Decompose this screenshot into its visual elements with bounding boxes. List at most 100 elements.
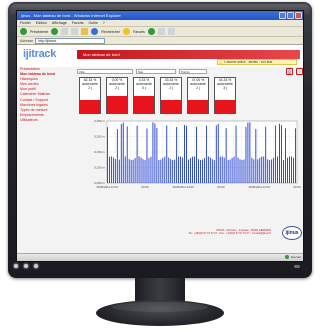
level-series-bar bbox=[134, 158, 136, 183]
level-series-bar bbox=[293, 157, 294, 183]
level-series-bar bbox=[263, 156, 265, 183]
level-series-bar bbox=[245, 126, 247, 183]
refresh-icon[interactable] bbox=[71, 28, 79, 35]
level-series-bar bbox=[273, 157, 275, 183]
history-icon[interactable] bbox=[147, 28, 155, 35]
menu-favorites[interactable]: Favoris bbox=[72, 20, 84, 26]
autonomy-card[interactable]: 47.00 % autonomie 2 j bbox=[187, 77, 209, 114]
autonomy-card[interactable]: 82.33 % autonomie 2 j bbox=[79, 77, 101, 114]
sidebar-nav: Présentation Mon tableau de bord Histori… bbox=[17, 67, 75, 123]
autonomy-card[interactable]: 0.33 % autonomie 0 j bbox=[133, 77, 155, 114]
filter-site-select[interactable]: Site bbox=[136, 68, 176, 74]
autonomy-bar bbox=[134, 95, 154, 113]
level-series-bar bbox=[112, 157, 114, 183]
autonomy-bar bbox=[215, 99, 235, 113]
level-series-bar bbox=[107, 127, 108, 183]
level-series-bar bbox=[130, 160, 132, 183]
level-series-bar bbox=[289, 156, 290, 183]
alert-banner[interactable]: ⚠ 1 alarme active - alertes : voir liste bbox=[217, 59, 297, 65]
level-series-bar bbox=[219, 156, 221, 183]
autonomy-card[interactable]: 0.00 % autonomie 2 j bbox=[106, 77, 128, 114]
level-series-bar bbox=[172, 160, 174, 183]
autonomy-duration: 2 j bbox=[88, 85, 92, 90]
autonomy-card[interactable]: 44.33 % autonomie 3 j bbox=[214, 77, 236, 114]
footer-contact: Tel : +33(0)2 97 07 07 07 - Fax : +33(0)… bbox=[188, 232, 271, 236]
star-icon[interactable] bbox=[122, 28, 130, 35]
page-footer: IJINUS - ZA Kerio - Impasse - 56000 GERM… bbox=[77, 225, 303, 245]
internet-zone-icon bbox=[284, 255, 289, 259]
level-series-bar bbox=[205, 125, 207, 183]
main-content: Ville Site Points ⎙ ? 82.33 % autonomie 2 … bbox=[77, 67, 303, 189]
level-series-bar bbox=[200, 160, 201, 183]
level-series-bar bbox=[295, 128, 296, 183]
level-series-bar bbox=[126, 126, 128, 183]
level-series-bar bbox=[249, 122, 251, 183]
level-series-bar bbox=[152, 122, 154, 183]
level-series-bar bbox=[269, 160, 271, 183]
x-tick-label: 10/06/2011 12:00 bbox=[172, 185, 194, 189]
level-series-bar bbox=[283, 160, 284, 183]
autonomy-cards: 82.33 % autonomie 2 j 0.00 % autonomie 2 j 0.3… bbox=[79, 77, 236, 114]
autonomy-card[interactable]: 43.33 % autonomie 2 j bbox=[160, 77, 182, 114]
menu-edit[interactable]: Edition bbox=[36, 20, 47, 26]
favorites-label[interactable]: Favoris bbox=[133, 30, 145, 34]
window-controls bbox=[279, 12, 302, 19]
address-input[interactable]: http://ijitrack bbox=[35, 37, 106, 44]
browser-toolbar: Précédente Rechercher Favoris bbox=[17, 27, 303, 37]
level-series-bar bbox=[188, 159, 189, 183]
level-series-bar bbox=[136, 125, 138, 183]
menu-tools[interactable]: Outils bbox=[89, 20, 98, 26]
level-series-bar bbox=[217, 123, 219, 183]
level-series-bar bbox=[239, 159, 241, 183]
minimize-button[interactable] bbox=[279, 12, 286, 19]
level-series-bar bbox=[209, 157, 211, 183]
ijinus-logo[interactable]: ijinus bbox=[282, 226, 302, 240]
autonomy-bar bbox=[161, 99, 181, 113]
autonomy-text: 44.33 % autonomie 3 j bbox=[215, 78, 235, 90]
alert-text: 1 alarme active - alertes : voir liste bbox=[224, 60, 273, 64]
x-tick-label: 00:00 bbox=[218, 185, 225, 189]
filter-city-select[interactable]: Ville bbox=[77, 68, 133, 74]
back-label[interactable]: Précédente bbox=[30, 30, 48, 34]
level-series-bar bbox=[215, 125, 217, 183]
menu-file[interactable]: Fichier bbox=[20, 20, 31, 26]
level-series-bar bbox=[198, 159, 199, 183]
level-series-bar bbox=[162, 158, 164, 183]
back-icon[interactable] bbox=[20, 28, 27, 35]
level-series-bar bbox=[194, 156, 195, 183]
led-3 bbox=[34, 264, 38, 268]
autonomy-bar bbox=[80, 99, 100, 113]
filter-points-select[interactable]: Points bbox=[179, 68, 207, 74]
menu-help[interactable]: ? bbox=[103, 20, 105, 26]
print-icon[interactable] bbox=[167, 28, 175, 35]
print-report-icon[interactable]: ⎙ bbox=[286, 67, 293, 75]
close-button[interactable] bbox=[295, 12, 302, 19]
home-icon[interactable] bbox=[81, 28, 89, 35]
level-chart: 0,250 m 0,200 m 0,150 m 0,100 m 0,050 m 10/06… bbox=[77, 117, 303, 207]
level-series-bar bbox=[142, 159, 144, 183]
maximize-button[interactable] bbox=[287, 12, 294, 19]
level-series-bar bbox=[180, 156, 182, 183]
autonomy-bar bbox=[188, 99, 208, 113]
y-tick-label: 0,250 m bbox=[94, 119, 105, 123]
mail-icon[interactable] bbox=[157, 28, 165, 35]
level-series-bar bbox=[227, 160, 229, 183]
forward-icon[interactable] bbox=[51, 28, 59, 35]
level-series-bar bbox=[237, 157, 239, 183]
help-icon[interactable]: ? bbox=[296, 67, 303, 75]
level-series-bar bbox=[257, 159, 259, 183]
x-tick-label: 00:00 bbox=[294, 185, 301, 189]
app-logo[interactable]: ijitrack bbox=[23, 48, 56, 60]
level-series-bar bbox=[150, 156, 152, 183]
search-label[interactable]: Rechercher bbox=[101, 30, 120, 34]
level-series-bar bbox=[202, 159, 203, 183]
level-series-bar bbox=[190, 158, 191, 183]
level-series-bar bbox=[291, 156, 292, 183]
level-series-bar bbox=[156, 128, 158, 183]
menu-view[interactable]: Affichage bbox=[52, 20, 67, 26]
level-series-bar bbox=[259, 157, 261, 183]
level-series-bar bbox=[231, 157, 233, 183]
sidebar-item-users[interactable]: Utilisateurs bbox=[20, 118, 75, 123]
search-icon[interactable] bbox=[91, 28, 99, 35]
stop-icon[interactable] bbox=[61, 28, 69, 35]
